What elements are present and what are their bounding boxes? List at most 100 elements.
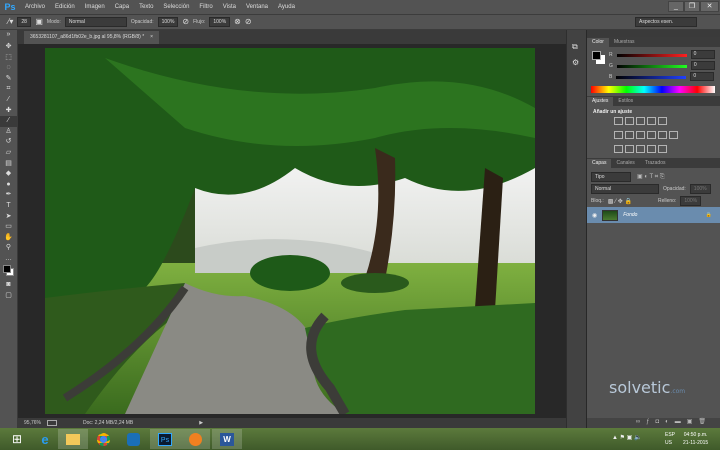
language-indicator[interactable]: ESP US [665,431,675,447]
adjustment-icon[interactable] [647,117,656,125]
lock-icons[interactable]: ▩ ⁄ ✥ 🔒 [608,198,632,205]
path-select-tool-icon[interactable]: ➤ [0,212,17,223]
color-swatches[interactable] [0,264,17,280]
panel-collapse-icon[interactable]: » [0,30,17,42]
adjustment-icon[interactable] [636,145,645,153]
extra-tools-icon[interactable]: … [0,254,17,265]
adjustment-icon[interactable] [636,117,645,125]
healing-tool-icon[interactable]: ✚ [0,106,17,117]
dodge-tool-icon[interactable]: ● [0,180,17,191]
menu-texto[interactable]: Texto [134,4,158,10]
tab-color[interactable]: Color [587,38,609,47]
internet-explorer-icon[interactable]: e [30,429,60,449]
adjustment-icon[interactable] [658,131,667,139]
blur-tool-icon[interactable]: ◆ [0,169,17,180]
chrome-icon[interactable] [88,429,118,449]
zoom-tool-icon[interactable]: ⚲ [0,243,17,254]
clock[interactable]: 04:50 p.m. 21-11-2015 [683,431,708,447]
tab-ajustes[interactable]: Ajustes [587,97,614,106]
media-app-icon[interactable] [118,429,148,449]
start-button-windows-icon[interactable]: ⊞ [2,429,32,449]
type-tool-icon[interactable]: T [0,201,17,212]
menu-capa[interactable]: Capa [110,4,134,10]
tab-canales[interactable]: Canales [611,159,639,168]
adjustment-icon[interactable] [669,131,678,139]
media-player-icon[interactable] [180,429,210,449]
restore-button[interactable]: ❐ [684,1,700,12]
layer-row[interactable]: ◉ Fondo 🔒 [587,207,720,223]
brush-tool-icon[interactable]: ⁄▾ [8,17,13,27]
adjustment-icon[interactable] [614,145,623,153]
opacity-input[interactable]: 100% [157,17,179,27]
channel-value[interactable]: 0 [690,50,715,59]
mode-select[interactable]: Normal [64,17,127,27]
status-menu-arrow-icon[interactable]: ▶ [199,420,203,426]
layer-name[interactable]: Fondo [623,212,701,218]
eraser-tool-icon[interactable]: ▱ [0,148,17,159]
menu-imagen[interactable]: Imagen [80,4,110,10]
adjustment-icon[interactable] [614,117,623,125]
close-tab-icon[interactable]: × [150,31,153,44]
hand-tool-icon[interactable]: ✋ [0,233,17,244]
layer-filter-icons[interactable]: ▣ ◐ T ⌗ ⎘ [637,173,665,181]
adjustment-icon[interactable] [636,131,645,139]
export-icon[interactable] [46,420,57,426]
channel-slider[interactable] [616,76,687,79]
visibility-eye-icon[interactable]: ◉ [592,212,597,219]
menu-edicion[interactable]: Edición [50,4,80,10]
brush-panel-icon[interactable]: ▣ [35,17,43,27]
eyedropper-tool-icon[interactable]: ⁄ [0,95,17,106]
menu-filtro[interactable]: Filtro [194,4,217,10]
pressure-opacity-icon[interactable]: ⊘ [182,17,189,27]
crop-tool-icon[interactable]: ⌗ [0,84,17,95]
brush-tool-icon[interactable]: ⁄ [0,116,17,127]
tab-muestras[interactable]: Muestras [609,38,640,47]
layers-footer-icons[interactable]: ∞ƒ◘◐▬▣🗑 [587,418,720,428]
menu-seleccion[interactable]: Selección [158,4,194,10]
quick-select-tool-icon[interactable]: ✎ [0,74,17,85]
channel-slider[interactable] [616,54,687,57]
menu-archivo[interactable]: Archivo [20,4,50,10]
file-explorer-icon[interactable] [58,429,88,449]
channel-value[interactable]: 0 [690,61,715,70]
adjustment-icon[interactable] [658,117,667,125]
adjustment-icon[interactable] [625,145,634,153]
gradient-tool-icon[interactable]: ▤ [0,159,17,170]
channel-slider[interactable] [616,65,687,68]
adjustment-icon[interactable] [614,131,623,139]
shape-tool-icon[interactable]: ▭ [0,222,17,233]
channel-value[interactable]: 0 [690,72,715,81]
quick-mask-icon[interactable]: ◙ [0,280,17,291]
history-panel-icon[interactable]: ⧉ [572,42,581,52]
layer-opacity-input[interactable]: 100% [689,183,711,194]
flow-input[interactable]: 100% [209,17,231,27]
adjustment-icon[interactable] [625,131,634,139]
lasso-tool-icon[interactable]: ◌ [0,63,17,74]
airbrush-icon[interactable]: ⊗ [234,17,241,27]
tray-icons[interactable]: ▲ ⚑ ▣ 🔈 [612,434,641,441]
history-brush-tool-icon[interactable]: ↺ [0,137,17,148]
marquee-tool-icon[interactable]: ⬚ [0,53,17,64]
move-tool-icon[interactable]: ✥ [0,42,17,53]
menu-ventana[interactable]: Ventana [241,4,273,10]
document-tab[interactable]: 3653281107_a86d1fb02e_b.jpg al 95,8% (RG… [24,31,160,44]
brush-size-picker[interactable]: 28 [17,17,32,27]
photoshop-taskbar-icon[interactable]: Ps [150,429,180,449]
adjustment-icon[interactable] [658,145,667,153]
zoom-level[interactable]: 95,76% [24,420,41,426]
word-icon[interactable]: W [212,429,242,449]
layer-filter-select[interactable]: Tipo [591,171,631,182]
clone-stamp-tool-icon[interactable]: ♙ [0,127,17,138]
tab-trazados[interactable]: Trazados [640,159,671,168]
close-button[interactable]: ✕ [700,1,719,12]
adjustment-icon[interactable] [647,131,656,139]
color-spectrum[interactable] [591,86,715,93]
workspace-select[interactable]: Aspectos esen. [635,17,697,27]
pressure-size-icon[interactable]: ⊘ [245,17,252,27]
minimize-button[interactable]: _ [668,1,684,12]
tab-estilos[interactable]: Estilos [613,97,638,106]
adjustment-icon[interactable] [625,117,634,125]
menu-ayuda[interactable]: Ayuda [273,4,300,10]
pen-tool-icon[interactable]: ✒ [0,190,17,201]
blend-mode-select[interactable]: Normal [591,183,659,194]
